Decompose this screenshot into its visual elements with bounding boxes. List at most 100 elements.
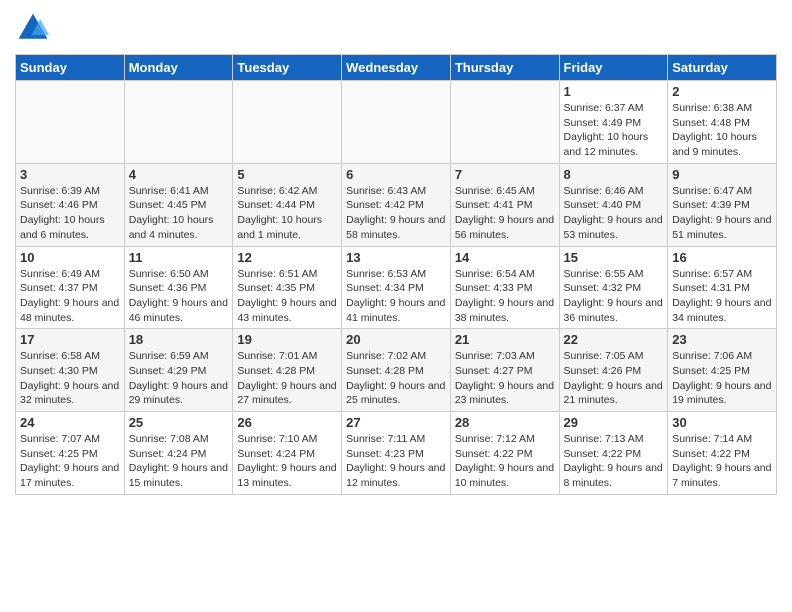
day-number: 28	[455, 415, 555, 430]
day-number: 30	[672, 415, 772, 430]
day-info: Sunrise: 6:59 AM Sunset: 4:29 PM Dayligh…	[129, 349, 229, 408]
day-number: 4	[129, 167, 229, 182]
day-cell: 23 Sunrise: 7:06 AM Sunset: 4:25 PM Dayli…	[668, 329, 777, 412]
day-number: 29	[564, 415, 664, 430]
day-info: Sunrise: 7:11 AM Sunset: 4:23 PM Dayligh…	[346, 432, 446, 491]
day-info: Sunrise: 7:03 AM Sunset: 4:27 PM Dayligh…	[455, 349, 555, 408]
col-header-sunday: Sunday	[16, 55, 125, 81]
day-cell: 24 Sunrise: 7:07 AM Sunset: 4:25 PM Dayli…	[16, 412, 125, 495]
week-row-1: 3 Sunrise: 6:39 AM Sunset: 4:46 PM Daylig…	[16, 163, 777, 246]
day-info: Sunrise: 6:41 AM Sunset: 4:45 PM Dayligh…	[129, 184, 229, 243]
day-number: 12	[237, 250, 337, 265]
header	[15, 10, 777, 46]
day-info: Sunrise: 6:49 AM Sunset: 4:37 PM Dayligh…	[20, 267, 120, 326]
day-number: 17	[20, 332, 120, 347]
col-header-tuesday: Tuesday	[233, 55, 342, 81]
day-cell: 17Sunrise: 6:58 AM Sunset: 4:30 PM Dayli…	[16, 329, 125, 412]
day-number: 13	[346, 250, 446, 265]
day-info: Sunrise: 7:10 AM Sunset: 4:24 PM Dayligh…	[237, 432, 337, 491]
day-cell	[124, 81, 233, 164]
page: SundayMondayTuesdayWednesdayThursdayFrid…	[0, 0, 792, 612]
day-cell: 2 Sunrise: 6:38 AM Sunset: 4:48 PM Daylig…	[668, 81, 777, 164]
day-number: 19	[237, 332, 337, 347]
day-cell: 9 Sunrise: 6:47 AM Sunset: 4:39 PM Daylig…	[668, 163, 777, 246]
day-info: Sunrise: 6:54 AM Sunset: 4:33 PM Dayligh…	[455, 267, 555, 326]
day-number: 22	[564, 332, 664, 347]
day-cell: 16 Sunrise: 6:57 AM Sunset: 4:31 PM Dayli…	[668, 246, 777, 329]
day-info: Sunrise: 6:37 AM Sunset: 4:49 PM Dayligh…	[564, 101, 664, 160]
day-number: 5	[237, 167, 337, 182]
day-info: Sunrise: 7:13 AM Sunset: 4:22 PM Dayligh…	[564, 432, 664, 491]
day-cell: 8 Sunrise: 6:46 AM Sunset: 4:40 PM Daylig…	[559, 163, 668, 246]
logo-icon	[15, 10, 51, 46]
day-number: 20	[346, 332, 446, 347]
col-header-wednesday: Wednesday	[342, 55, 451, 81]
col-header-monday: Monday	[124, 55, 233, 81]
day-number: 23	[672, 332, 772, 347]
day-cell	[450, 81, 559, 164]
day-cell	[342, 81, 451, 164]
col-header-saturday: Saturday	[668, 55, 777, 81]
day-cell: 22 Sunrise: 7:05 AM Sunset: 4:26 PM Dayli…	[559, 329, 668, 412]
day-cell	[16, 81, 125, 164]
day-cell: 14 Sunrise: 6:54 AM Sunset: 4:33 PM Dayli…	[450, 246, 559, 329]
day-cell: 11 Sunrise: 6:50 AM Sunset: 4:36 PM Dayli…	[124, 246, 233, 329]
day-info: Sunrise: 7:08 AM Sunset: 4:24 PM Dayligh…	[129, 432, 229, 491]
day-cell: 3 Sunrise: 6:39 AM Sunset: 4:46 PM Daylig…	[16, 163, 125, 246]
day-info: Sunrise: 6:50 AM Sunset: 4:36 PM Dayligh…	[129, 267, 229, 326]
week-row-2: 10Sunrise: 6:49 AM Sunset: 4:37 PM Dayli…	[16, 246, 777, 329]
day-info: Sunrise: 7:07 AM Sunset: 4:25 PM Dayligh…	[20, 432, 120, 491]
week-row-4: 24 Sunrise: 7:07 AM Sunset: 4:25 PM Dayli…	[16, 412, 777, 495]
day-number: 1	[564, 84, 664, 99]
day-cell: 10Sunrise: 6:49 AM Sunset: 4:37 PM Dayli…	[16, 246, 125, 329]
day-cell: 28 Sunrise: 7:12 AM Sunset: 4:22 PM Dayli…	[450, 412, 559, 495]
day-number: 14	[455, 250, 555, 265]
calendar-table: SundayMondayTuesdayWednesdayThursdayFrid…	[15, 54, 777, 495]
day-number: 25	[129, 415, 229, 430]
day-info: Sunrise: 6:46 AM Sunset: 4:40 PM Dayligh…	[564, 184, 664, 243]
day-info: Sunrise: 7:12 AM Sunset: 4:22 PM Dayligh…	[455, 432, 555, 491]
day-info: Sunrise: 6:53 AM Sunset: 4:34 PM Dayligh…	[346, 267, 446, 326]
day-cell: 19 Sunrise: 7:01 AM Sunset: 4:28 PM Dayli…	[233, 329, 342, 412]
day-info: Sunrise: 7:06 AM Sunset: 4:25 PM Dayligh…	[672, 349, 772, 408]
day-number: 2	[672, 84, 772, 99]
day-info: Sunrise: 7:02 AM Sunset: 4:28 PM Dayligh…	[346, 349, 446, 408]
logo	[15, 10, 55, 46]
week-row-0: 1 Sunrise: 6:37 AM Sunset: 4:49 PM Daylig…	[16, 81, 777, 164]
day-number: 16	[672, 250, 772, 265]
day-number: 3	[20, 167, 120, 182]
day-cell: 12Sunrise: 6:51 AM Sunset: 4:35 PM Dayli…	[233, 246, 342, 329]
day-number: 24	[20, 415, 120, 430]
day-cell: 25 Sunrise: 7:08 AM Sunset: 4:24 PM Dayli…	[124, 412, 233, 495]
day-info: Sunrise: 6:57 AM Sunset: 4:31 PM Dayligh…	[672, 267, 772, 326]
day-cell: 20 Sunrise: 7:02 AM Sunset: 4:28 PM Dayli…	[342, 329, 451, 412]
day-cell: 5Sunrise: 6:42 AM Sunset: 4:44 PM Daylig…	[233, 163, 342, 246]
col-header-friday: Friday	[559, 55, 668, 81]
day-info: Sunrise: 7:01 AM Sunset: 4:28 PM Dayligh…	[237, 349, 337, 408]
day-cell: 29 Sunrise: 7:13 AM Sunset: 4:22 PM Dayli…	[559, 412, 668, 495]
day-info: Sunrise: 6:39 AM Sunset: 4:46 PM Dayligh…	[20, 184, 120, 243]
day-number: 11	[129, 250, 229, 265]
day-info: Sunrise: 7:14 AM Sunset: 4:22 PM Dayligh…	[672, 432, 772, 491]
week-row-3: 17Sunrise: 6:58 AM Sunset: 4:30 PM Dayli…	[16, 329, 777, 412]
day-number: 15	[564, 250, 664, 265]
day-cell: 4 Sunrise: 6:41 AM Sunset: 4:45 PM Daylig…	[124, 163, 233, 246]
day-cell: 18 Sunrise: 6:59 AM Sunset: 4:29 PM Dayli…	[124, 329, 233, 412]
day-cell: 21Sunrise: 7:03 AM Sunset: 4:27 PM Dayli…	[450, 329, 559, 412]
day-cell: 1 Sunrise: 6:37 AM Sunset: 4:49 PM Daylig…	[559, 81, 668, 164]
day-cell: 7Sunrise: 6:45 AM Sunset: 4:41 PM Daylig…	[450, 163, 559, 246]
day-info: Sunrise: 6:38 AM Sunset: 4:48 PM Dayligh…	[672, 101, 772, 160]
day-cell: 13 Sunrise: 6:53 AM Sunset: 4:34 PM Dayli…	[342, 246, 451, 329]
day-number: 8	[564, 167, 664, 182]
day-number: 6	[346, 167, 446, 182]
day-info: Sunrise: 6:47 AM Sunset: 4:39 PM Dayligh…	[672, 184, 772, 243]
day-number: 18	[129, 332, 229, 347]
col-header-thursday: Thursday	[450, 55, 559, 81]
calendar-header-row: SundayMondayTuesdayWednesdayThursdayFrid…	[16, 55, 777, 81]
day-cell: 27Sunrise: 7:11 AM Sunset: 4:23 PM Dayli…	[342, 412, 451, 495]
day-info: Sunrise: 7:05 AM Sunset: 4:26 PM Dayligh…	[564, 349, 664, 408]
day-cell: 6Sunrise: 6:43 AM Sunset: 4:42 PM Daylig…	[342, 163, 451, 246]
day-cell: 30 Sunrise: 7:14 AM Sunset: 4:22 PM Dayli…	[668, 412, 777, 495]
day-cell: 26Sunrise: 7:10 AM Sunset: 4:24 PM Dayli…	[233, 412, 342, 495]
day-number: 9	[672, 167, 772, 182]
